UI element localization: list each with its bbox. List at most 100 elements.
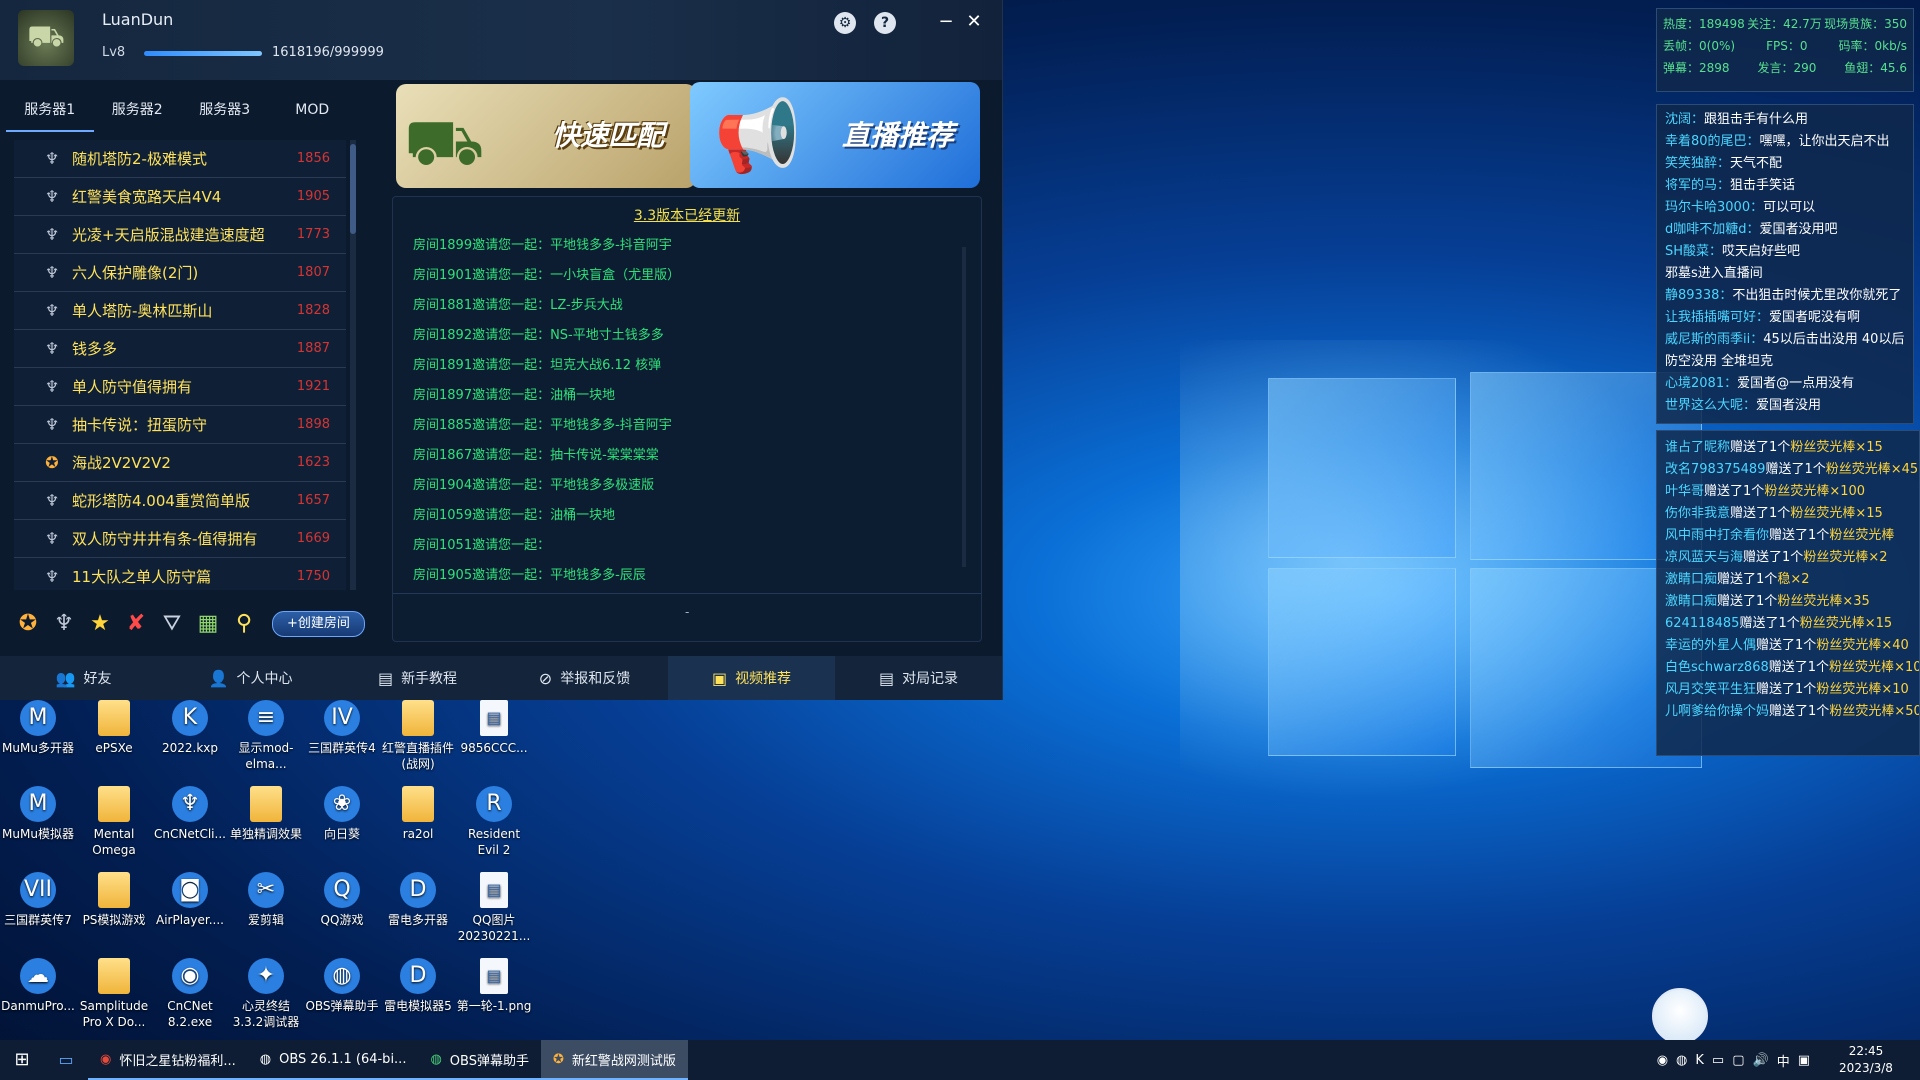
invite-message[interactable]: 房间1885邀请您一起：平地钱多多-抖音阿宇	[413, 411, 953, 441]
invite-message[interactable]: 房间1901邀请您一起：一小块盲盒（尤里版）	[413, 261, 953, 291]
network-icon[interactable]: ▢	[1732, 1053, 1744, 1068]
gift-qty: 1个	[1778, 616, 1800, 631]
search-icon[interactable]: ⚲	[230, 610, 258, 638]
map-row[interactable]: ♆ 抽卡传说：扭蛋防守 1898	[14, 406, 346, 444]
nav-video-recommend[interactable]: ▣ 视频推荐	[668, 656, 835, 700]
map-row[interactable]: ♆ 11大队之单人防守篇 1750	[14, 558, 346, 590]
volume-icon[interactable]: 🔊	[1753, 1053, 1769, 1068]
update-notice-link[interactable]: 3.3版本已经更新	[393, 205, 981, 225]
desktop-icon[interactable]: D 雷电多开器	[380, 872, 456, 928]
clock[interactable]: 22:45 2023/3/8	[1826, 1043, 1906, 1077]
desktop-icon[interactable]: Samplitude Pro X Do...	[76, 958, 152, 1030]
desktop-icon[interactable]: M MuMu模拟器	[0, 786, 76, 842]
map-row[interactable]: ♆ 单人塔防-奥林匹斯山 1828	[14, 292, 346, 330]
desktop-icon[interactable]: ▤ QQ图片20230221...	[456, 872, 532, 944]
folder-icon	[402, 700, 434, 736]
chrome-tray-icon[interactable]: ◉	[1657, 1053, 1668, 1068]
desktop-icon[interactable]: ▤ 第一轮-1.png	[456, 958, 532, 1014]
desktop-icon[interactable]: M MuMu多开器	[0, 700, 76, 756]
map-row[interactable]: ✪ 海战2V2V2V2 1623	[14, 444, 346, 482]
map-row[interactable]: ♆ 随机塔防2-极难模式 1856	[14, 140, 346, 178]
desktop-icon[interactable]: 单独精调效果	[228, 786, 304, 842]
desktop-icon[interactable]: R Resident Evil 2	[456, 786, 532, 858]
desktop-icon[interactable]: ✂ 爱剪辑	[228, 872, 304, 928]
nav-tutorial[interactable]: ▤ 新手教程	[334, 656, 501, 700]
windows-start-icon[interactable]: ⊞	[0, 1040, 44, 1080]
desktop-icon[interactable]: ◍ OBS弹幕助手	[304, 958, 380, 1014]
map-row[interactable]: ♆ 红警美食宽路天启4V4 1905	[14, 178, 346, 216]
desktop-icon[interactable]: ◙ AirPlayer....	[152, 872, 228, 928]
invite-message[interactable]: 房间1881邀请您一起：LZ-步兵大战	[413, 291, 953, 321]
invite-scrollbar[interactable]	[959, 237, 969, 587]
invite-message[interactable]: 房间1867邀请您一起：抽卡传说-棠棠棠棠	[413, 441, 953, 471]
desktop-icon[interactable]: Q QQ游戏	[304, 872, 380, 928]
invite-message[interactable]: 房间1059邀请您一起：油桶一块地	[413, 501, 953, 531]
avatar[interactable]	[1652, 988, 1708, 1044]
desktop-icon[interactable]: D 雷电模拟器5	[380, 958, 456, 1014]
notification-icon[interactable]: ▣	[1798, 1053, 1810, 1068]
nav-profile[interactable]: 👤 个人中心	[167, 656, 334, 700]
map-row[interactable]: ♆ 六人保护雕像(2门) 1807	[14, 254, 346, 292]
desktop-icon[interactable]: ePSXe	[76, 700, 152, 756]
nav-report[interactable]: ⊘ 举报和反馈	[501, 656, 668, 700]
desktop-icon[interactable]: K 2022.kxp	[152, 700, 228, 756]
desktop-icon[interactable]: Mental Omega	[76, 786, 152, 858]
invite-message[interactable]: 房间1051邀请您一起：	[413, 531, 953, 561]
desktop-icon[interactable]: ☁ DanmuPro...	[0, 958, 76, 1014]
star-icon[interactable]: ★	[86, 610, 114, 638]
desktop-icon[interactable]: ♆ CnCNetCli...	[152, 786, 228, 842]
task-obs[interactable]: ◍ OBS 26.1.1 (64-bi...	[247, 1040, 419, 1080]
heart-icon[interactable]: ♆	[50, 610, 78, 638]
desktop-icon[interactable]: PS模拟游戏	[76, 872, 152, 928]
invite-message[interactable]: 房间1897邀请您一起：油桶一块地	[413, 381, 953, 411]
desktop-icon[interactable]: IV 三国群英传4	[304, 700, 380, 756]
nav-friends[interactable]: 👥 好友	[0, 656, 167, 700]
invite-message[interactable]: 房间1905邀请您一起：平地钱多多-辰辰	[413, 561, 953, 591]
map-row[interactable]: ♆ 钱多多 1887	[14, 330, 346, 368]
scrollbar-thumb[interactable]	[962, 247, 966, 567]
task-game[interactable]: ✪ 新红警战网测试版	[540, 1040, 688, 1080]
app-tray-icon[interactable]: K	[1695, 1053, 1704, 1068]
obs-tray-icon[interactable]: ◍	[1676, 1053, 1687, 1068]
task-browser[interactable]: ◉ 怀旧之星钻粉福利...	[88, 1040, 248, 1080]
invite-message[interactable]: 房间1899邀请您一起：平地钱多多-抖音阿宇	[413, 231, 953, 261]
minimize-button[interactable]: −	[934, 10, 958, 34]
no-allies-icon[interactable]: ✘	[122, 610, 150, 638]
map-row[interactable]: ♆ 双人防守井井有条-值得拥有 1669	[14, 520, 346, 558]
input-language[interactable]: 中	[1777, 1051, 1790, 1070]
map-row[interactable]: ♆ 光凌+天启版混战建造速度超 1773	[14, 216, 346, 254]
help-icon[interactable]: ?	[874, 12, 896, 34]
tab-mod[interactable]: MOD	[269, 92, 357, 132]
task-obs-danmu[interactable]: ◍ OBS弹幕助手	[418, 1040, 541, 1080]
desktop-icon[interactable]: ≡ 显示mod-elma...	[228, 700, 304, 772]
quick-match-banner[interactable]: ⛟ 快速匹配	[396, 84, 696, 188]
scrollbar-thumb[interactable]	[350, 144, 356, 234]
desktop-icon[interactable]: ▤ 9856CCC...	[456, 700, 532, 756]
tab-server-3[interactable]: 服务器3	[181, 92, 269, 132]
desktop-icon[interactable]: ◉ CnCNet 8.2.exe	[152, 958, 228, 1030]
settings-gear-icon[interactable]: ⚙	[834, 12, 856, 34]
close-button[interactable]: ✕	[962, 10, 986, 34]
star-badge-icon[interactable]: ✪	[14, 610, 42, 638]
battery-icon[interactable]: ▭	[1712, 1053, 1724, 1068]
desktop-icon[interactable]: VII 三国群英传7	[0, 872, 76, 928]
desktop-icon[interactable]: ❀ 向日葵	[304, 786, 380, 842]
map-row[interactable]: ♆ 蛇形塔防4.004重赏简单版 1657	[14, 482, 346, 520]
invite-message[interactable]: 房间1904邀请您一起：平地钱多多极速版	[413, 471, 953, 501]
desktop-icon[interactable]: ra2ol	[380, 786, 456, 842]
nav-match-history[interactable]: ▤ 对局记录	[835, 656, 1002, 700]
desktop-icon[interactable]: 红警直播插件(战网)	[380, 700, 456, 772]
create-room-button[interactable]: +创建房间	[272, 611, 365, 637]
tab-server-2[interactable]: 服务器2	[94, 92, 182, 132]
explorer-icon[interactable]: ▭	[44, 1040, 88, 1080]
invite-message[interactable]: 房间1891邀请您一起：坦克大战6.12 核弹	[413, 351, 953, 381]
desktop-icon[interactable]: ✦ 心灵终结3.3.2调试器	[228, 958, 304, 1030]
live-recommend-banner[interactable]: 📢 直播推荐	[690, 82, 980, 188]
map-list-scrollbar[interactable]	[350, 140, 356, 590]
map-icon[interactable]: ▦	[194, 610, 222, 638]
tab-server-1[interactable]: 服务器1	[6, 92, 94, 132]
invite-message[interactable]: 房间1892邀请您一起：NS-平地寸土钱多多	[413, 321, 953, 351]
filter-icon[interactable]: ⛛	[158, 610, 186, 638]
map-row[interactable]: ♆ 单人防守值得拥有 1921	[14, 368, 346, 406]
chat-user: d咖啡不加糖d：	[1665, 222, 1760, 237]
